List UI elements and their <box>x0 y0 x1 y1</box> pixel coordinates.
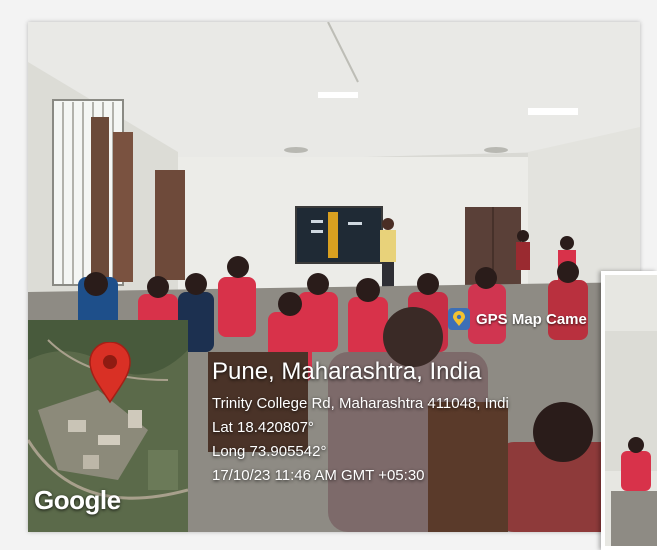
photo-frame: Google GPS Map Came Pune, Maharashtra, I… <box>0 0 657 550</box>
location-latitude: Lat 18.420807° <box>212 419 314 436</box>
location-address: Trinity College Rd, Maharashtra 411048, … <box>212 395 509 412</box>
location-info: Pune, Maharashtra, India Trinity College… <box>212 358 509 488</box>
gps-map-camera-icon <box>448 308 470 330</box>
app-name: GPS Map Came <box>476 310 587 328</box>
location-longitude: Long 73.905542° <box>212 443 327 460</box>
adjacent-photo <box>601 271 657 550</box>
location-timestamp: 17/10/23 11:46 AM GMT +05:30 <box>212 467 425 484</box>
classroom-photo: Google GPS Map Came Pune, Maharashtra, I… <box>28 22 640 532</box>
map-brand-label: Google <box>34 485 121 515</box>
location-city: Pune, Maharashtra, India <box>212 358 482 385</box>
satellite-map: Google <box>28 320 188 532</box>
app-badge: GPS Map Came <box>448 308 587 330</box>
location-pin-icon <box>89 342 131 404</box>
gps-overlay: Google GPS Map Came Pune, Maharashtra, I… <box>28 290 640 532</box>
